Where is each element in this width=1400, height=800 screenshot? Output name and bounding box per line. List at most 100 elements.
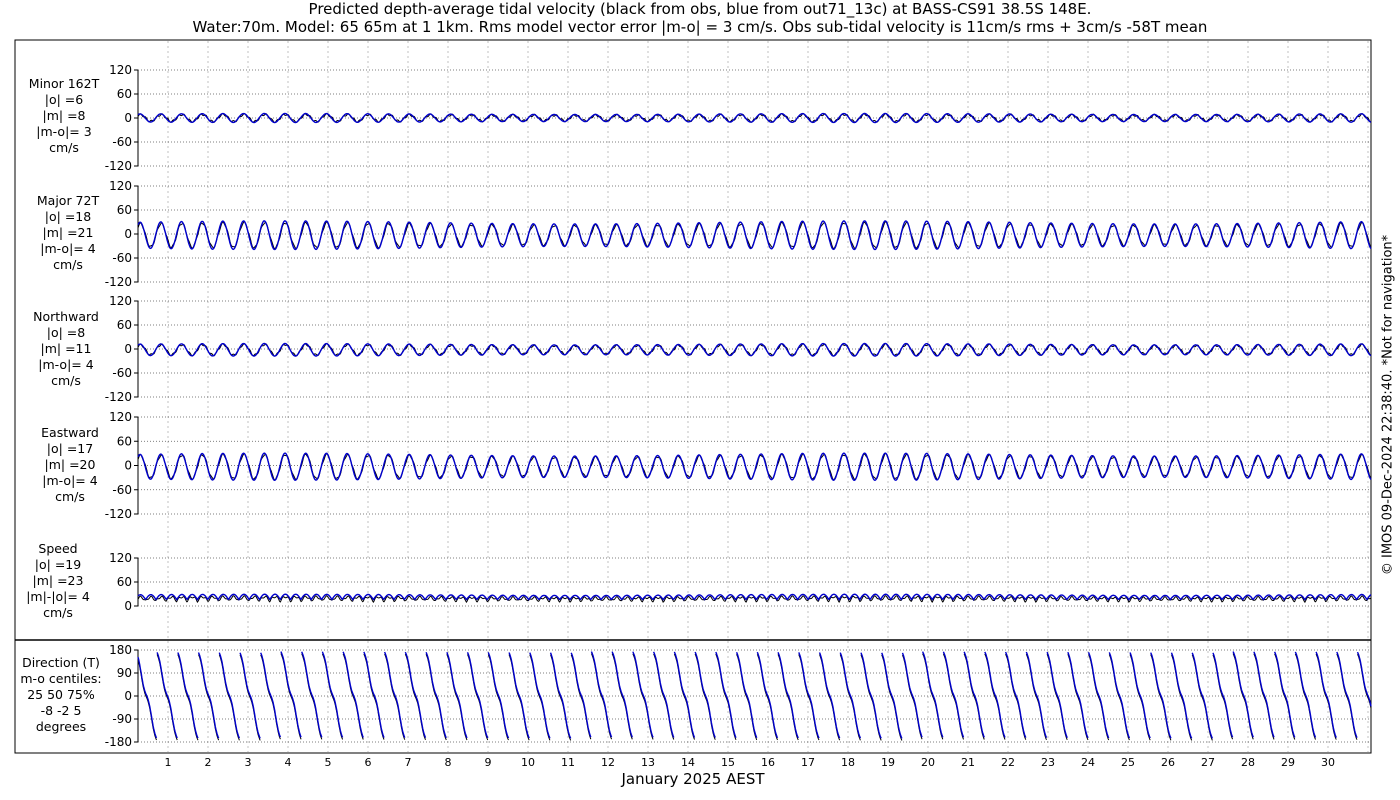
direction-y-tick-label: 0 <box>124 689 132 703</box>
major-y-tick-label: -60 <box>112 251 132 265</box>
minor-label-line: |m| =8 <box>43 108 86 123</box>
x-tick-label: 29 <box>1281 756 1295 769</box>
tidal-velocity-figure: 120600-60-120Minor 162T|o| =6|m| =8|m-o|… <box>14 39 1372 788</box>
direction-y-tick-label: 180 <box>109 643 132 657</box>
northward-panel: 120 60 0 -60 -120 Northward|o| =8|m| =11|m-o|… <box>33 294 1372 404</box>
x-tick-label: 2 <box>205 756 212 769</box>
eastward-label-line: Eastward <box>41 425 99 440</box>
eastward-y-tick-label: -120 <box>105 507 132 521</box>
x-tick-label: 27 <box>1201 756 1215 769</box>
figure-frame <box>14 39 1372 754</box>
x-tick-label: 21 <box>961 756 975 769</box>
speed-label-line: Speed <box>38 541 77 556</box>
major-y-tick-label: 60 <box>117 203 132 217</box>
eastward-label-line: |m| =20 <box>45 457 96 472</box>
major-label-line: Major 72T <box>37 193 100 208</box>
direction-obs-series <box>137 653 1372 741</box>
speed-label-line: |m| =23 <box>33 573 84 588</box>
minor-y-tick-label: -120 <box>105 159 132 173</box>
eastward-obs-series <box>137 452 1372 481</box>
speed-label-line: |m|-|o|= 4 <box>26 589 90 604</box>
minor-y-tick-label: 0 <box>124 111 132 125</box>
x-tick-label: 5 <box>325 756 332 769</box>
direction-label-line: -8 -2 5 <box>41 703 82 718</box>
x-tick-label: 9 <box>485 756 492 769</box>
speed-y-tick-label: 120 <box>109 551 132 565</box>
northward-y-tick-label: -60 <box>112 366 132 380</box>
x-tick-label: 14 <box>681 756 695 769</box>
x-tick-label: 22 <box>1001 756 1015 769</box>
grid-layer <box>167 41 1369 752</box>
eastward-panel: 120 60 0 -60 -120 Eastward|o| =17|m| =20|m-o|… <box>41 410 1372 521</box>
minor-label-line: |o| =6 <box>45 92 84 107</box>
x-tick-label: 25 <box>1121 756 1135 769</box>
x-tick-label: 26 <box>1161 756 1175 769</box>
x-tick-label: 17 <box>801 756 815 769</box>
major-label-line: cm/s <box>53 257 83 272</box>
x-tick-label: 7 <box>405 756 412 769</box>
speed-y-tick-label: 0 <box>124 599 132 613</box>
x-tick-label: 3 <box>245 756 252 769</box>
direction-model-series <box>137 651 1372 739</box>
eastward-y-tick-label: -60 <box>112 483 132 497</box>
northward-y-tick-label: -120 <box>105 390 132 404</box>
x-axis: 1 2 3 4 5 6 7 8 9 10 11 12 13 14 15 16 17 18 19 20 21 22 23 24 2… <box>165 756 1336 769</box>
northward-label-line: |o| =8 <box>47 325 86 340</box>
x-tick-label: 16 <box>761 756 775 769</box>
eastward-y-tick-label: 60 <box>117 434 132 448</box>
minor-y-tick-label: 60 <box>117 87 132 101</box>
minor-y-tick-label: 120 <box>109 63 132 77</box>
major-y-tick-label: -120 <box>105 275 132 289</box>
major-y-tick-label: 0 <box>124 227 132 241</box>
x-tick-label: 30 <box>1321 756 1335 769</box>
speed-label-line: cm/s <box>43 605 73 620</box>
direction-y-tick-label: -90 <box>112 712 132 726</box>
x-tick-label: 18 <box>841 756 855 769</box>
x-tick-label: 1 <box>165 756 172 769</box>
direction-label-line: degrees <box>36 719 86 734</box>
speed-panel: 120 60 0 Speed|o| =19|m| =23|m|-|o|= 4cm/s <box>26 541 1372 620</box>
x-tick-label: 15 <box>721 756 735 769</box>
panels-layer: 120600-60-120Minor 162T|o| =6|m| =8|m-o|… <box>20 63 1372 749</box>
major-y-tick-label: 120 <box>109 179 132 193</box>
northward-y-tick-label: 60 <box>117 318 132 332</box>
northward-model-series <box>137 342 1372 357</box>
northward-label-line: cm/s <box>51 373 81 388</box>
x-axis-label: January 2025 AEST <box>621 770 766 788</box>
direction-label-line: Direction (T) <box>22 655 100 670</box>
x-tick-label: 19 <box>881 756 895 769</box>
northward-label-line: |m-o|= 4 <box>38 357 93 372</box>
x-tick-label: 23 <box>1041 756 1055 769</box>
x-tick-label: 13 <box>641 756 655 769</box>
eastward-label-line: |o| =17 <box>47 441 93 456</box>
direction-panel: 180 90 0 -90 -180 Direction (T)m-o centiles:2… <box>20 643 1372 749</box>
northward-label-line: |m| =11 <box>41 341 92 356</box>
major-label-line: |o| =18 <box>45 209 91 224</box>
major-label-line: |m-o|= 4 <box>40 241 95 256</box>
eastward-y-tick-label: 120 <box>109 410 132 424</box>
speed-label-line: |o| =19 <box>35 557 81 572</box>
eastward-label-line: cm/s <box>55 489 85 504</box>
eastward-y-tick-label: 0 <box>124 459 132 473</box>
northward-y-tick-label: 120 <box>109 294 132 308</box>
direction-label-line: 25 50 75% <box>27 687 95 702</box>
direction-y-tick-label: -180 <box>105 735 132 749</box>
credit-text: © IMOS 09-Dec-2024 22:38:40. *Not for na… <box>1380 234 1396 576</box>
major-panel: 120 60 0 -60 -120 Major 72T|o| =18|m| =21|m-o… <box>37 179 1372 289</box>
x-tick-label: 11 <box>561 756 575 769</box>
minor-panel: 120 60 0 -60 -120 Minor 162T|o| =6|m| =8|m-o|… <box>29 63 1372 173</box>
minor-label-line: cm/s <box>49 140 79 155</box>
x-tick-label: 28 <box>1241 756 1255 769</box>
minor-label-line: Minor 162T <box>29 76 100 91</box>
speed-y-tick-label: 60 <box>117 575 132 589</box>
x-tick-label: 12 <box>601 756 615 769</box>
eastward-label-line: |m-o|= 4 <box>42 473 97 488</box>
minor-label-line: |m-o|= 3 <box>36 124 91 139</box>
x-tick-label: 6 <box>365 756 372 769</box>
northward-label-line: Northward <box>33 309 99 324</box>
major-label-line: |m| =21 <box>43 225 94 240</box>
x-tick-label: 24 <box>1081 756 1095 769</box>
direction-label-line: m-o centiles: <box>20 671 101 686</box>
x-tick-label: 4 <box>285 756 292 769</box>
minor-model-series <box>137 112 1372 124</box>
